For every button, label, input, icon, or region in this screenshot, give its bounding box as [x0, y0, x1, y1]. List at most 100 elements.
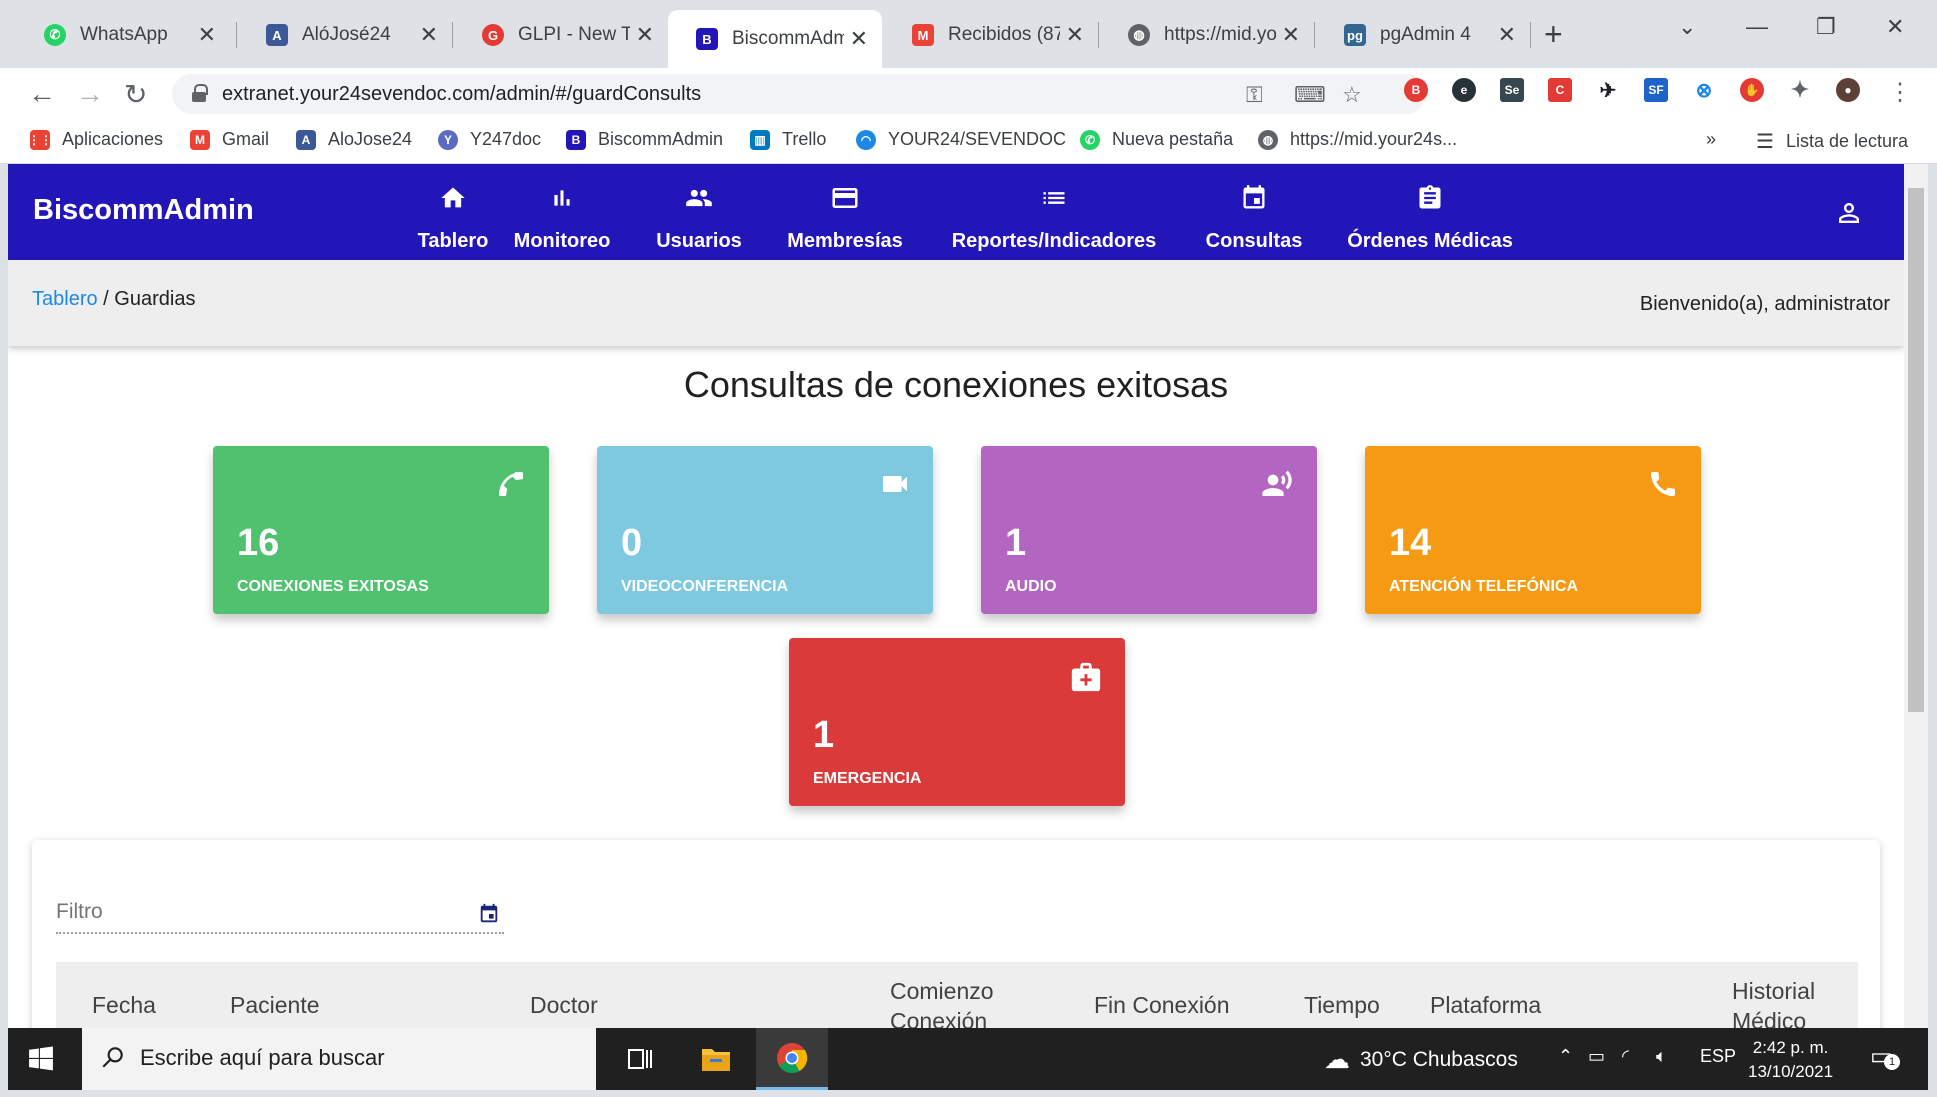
battery-icon[interactable]: ▭	[1588, 1046, 1605, 1067]
bookmark-mid-your24s[interactable]: ◍ https://mid.your24s...	[1258, 129, 1457, 150]
bookmark-nueva-pestana[interactable]: ✆ Nueva pestaña	[1080, 129, 1233, 150]
page-scrollbar[interactable]	[1904, 164, 1928, 1028]
nav-tablero[interactable]: Tablero	[408, 168, 498, 253]
url-text[interactable]: extranet.your24sevendoc.com/admin/#/guar…	[222, 83, 701, 106]
stat-card-emergencia[interactable]: 1 EMERGENCIA	[789, 638, 1125, 806]
scrollbar-thumb[interactable]	[1908, 188, 1924, 712]
tab-pgadmin[interactable]: pg pgAdmin 4 ✕	[1316, 12, 1530, 58]
stat-card-atencion-telefonica[interactable]: 14 ATENCIÓN TELEFÓNICA	[1365, 446, 1701, 614]
extension-icon[interactable]: C	[1548, 78, 1572, 102]
video-camera-icon	[879, 468, 911, 505]
extension-icon[interactable]: ⊗	[1692, 78, 1716, 102]
stat-label: EMERGENCIA	[813, 770, 922, 787]
language-indicator[interactable]: ESP	[1700, 1046, 1736, 1067]
bookmark-your24sevendoc[interactable]: ◠ YOUR24/SEVENDOC	[856, 129, 1066, 150]
reading-list-button[interactable]: ☰ Lista de lectura	[1756, 129, 1908, 154]
minimize-button[interactable]: —	[1746, 14, 1768, 40]
calendar-icon[interactable]	[478, 902, 500, 931]
reload-button[interactable]: ↻	[124, 78, 147, 111]
bookmark-gmail[interactable]: M Gmail	[190, 129, 269, 150]
stat-card-conexiones-exitosas[interactable]: 16 CONEXIONES EXITOSAS	[213, 446, 549, 614]
more-bookmarks-button[interactable]: »	[1706, 129, 1716, 150]
column-header-doctor[interactable]: Doctor	[530, 990, 598, 1020]
tab-biscommadmin[interactable]: B BiscommAdmin ✕	[668, 10, 882, 68]
search-placeholder: Escribe aquí para buscar	[140, 1045, 385, 1070]
close-tab-icon[interactable]: ✕	[1498, 22, 1516, 48]
stat-card-audio[interactable]: 1 AUDIO	[981, 446, 1317, 614]
task-view-icon[interactable]	[604, 1028, 676, 1090]
extensions-puzzle-icon[interactable]: ✦	[1788, 77, 1812, 102]
nav-ordenes-medicas[interactable]: Órdenes Médicas	[1342, 168, 1518, 253]
restore-button[interactable]: ❐	[1816, 14, 1836, 40]
tab-alojose24[interactable]: A AlóJosé24 ✕	[238, 12, 452, 58]
forward-button[interactable]: →	[76, 78, 104, 110]
bookmark-alojose24[interactable]: A AloJose24	[296, 129, 412, 150]
tab-whatsapp[interactable]: ✆ WhatsApp ✕	[16, 12, 230, 58]
tab-search-icon[interactable]: ⌄	[1678, 14, 1696, 40]
close-tab-icon[interactable]: ✕	[1282, 22, 1300, 48]
nav-usuarios[interactable]: Usuarios	[644, 168, 754, 253]
filter-input[interactable]: Filtro	[56, 900, 103, 924]
column-header-tiempo[interactable]: Tiempo	[1304, 990, 1380, 1020]
translate-icon[interactable]: ⌨	[1294, 82, 1326, 108]
close-tab-icon[interactable]: ✕	[420, 22, 438, 48]
nav-consultas[interactable]: Consultas	[1194, 168, 1314, 253]
key-icon[interactable]: ⚿	[1246, 82, 1263, 108]
bookmark-star-icon[interactable]: ☆	[1342, 82, 1362, 108]
close-window-button[interactable]: ✕	[1886, 14, 1904, 40]
file-explorer-icon[interactable]	[680, 1028, 752, 1090]
close-tab-icon[interactable]: ✕	[636, 22, 654, 48]
windows-start-icon[interactable]	[28, 1046, 54, 1077]
bookmark-aplicaciones[interactable]: ⋮⋮ Aplicaciones	[28, 129, 163, 150]
windows-taskbar: Escribe aquí para buscar ☁ 30°C Chubasco…	[8, 1028, 1928, 1090]
new-tab-button[interactable]: +	[1544, 16, 1563, 53]
extension-icon[interactable]: B	[1404, 78, 1428, 102]
weather-widget[interactable]: ☁ 30°C Chubascos	[1324, 1044, 1518, 1075]
taskbar-search-box[interactable]: Escribe aquí para buscar	[82, 1028, 596, 1090]
stat-card-videoconferencia[interactable]: 0 VIDEOCONFERENCIA	[597, 446, 933, 614]
nav-membresias[interactable]: Membresías	[780, 168, 910, 253]
user-account-icon[interactable]	[1834, 198, 1864, 233]
column-header-fecha[interactable]: Fecha	[92, 990, 156, 1020]
alojose-icon: A	[266, 24, 288, 46]
biscomm-icon: B	[696, 28, 718, 50]
breadcrumb-link-tablero[interactable]: Tablero	[32, 288, 98, 310]
extension-icon[interactable]: ✈	[1596, 78, 1620, 102]
close-tab-icon[interactable]: ✕	[850, 26, 868, 52]
adblock-icon[interactable]: ✋	[1740, 78, 1764, 102]
close-tab-icon[interactable]: ✕	[198, 22, 216, 48]
medical-kit-icon	[1069, 660, 1103, 699]
back-button[interactable]: ←	[28, 78, 56, 110]
notifications-button[interactable]: ▭ 1	[1870, 1042, 1900, 1072]
column-header-comienzo-conexion[interactable]: Comienzo Conexión	[890, 976, 1020, 1028]
chrome-icon[interactable]	[756, 1028, 828, 1090]
extension-icon[interactable]: SF	[1644, 78, 1668, 102]
volume-icon[interactable]: 🔈︎	[1656, 1046, 1667, 1067]
browser-menu-icon[interactable]: ⋮	[1888, 78, 1912, 107]
tab-mid-your24s[interactable]: ◍ https://mid.your24s ✕	[1100, 12, 1314, 58]
column-header-paciente[interactable]: Paciente	[230, 990, 320, 1020]
profile-avatar[interactable]: ●	[1836, 78, 1860, 102]
wifi-icon[interactable]: ◜	[1622, 1046, 1629, 1067]
app-navbar: BiscommAdmin Tablero Monitoreo Usuarios	[8, 164, 1904, 260]
lock-icon[interactable]	[192, 84, 208, 102]
bookmark-trello[interactable]: ▥ Trello	[750, 129, 826, 150]
extension-icon[interactable]: e	[1452, 78, 1476, 102]
selenium-ide-icon[interactable]: Se	[1500, 78, 1524, 102]
tab-recibidos[interactable]: M Recibidos (875) ✕	[884, 12, 1098, 58]
taskbar-clock[interactable]: 2:42 p. m. 13/10/2021	[1748, 1036, 1833, 1084]
column-header-fin-conexion[interactable]: Fin Conexión	[1094, 990, 1230, 1020]
bookmark-y247doc[interactable]: Y Y247doc	[438, 129, 541, 150]
close-tab-icon[interactable]: ✕	[1066, 22, 1084, 48]
nav-monitoreo[interactable]: Monitoreo	[502, 168, 622, 253]
column-header-historial-medico[interactable]: Historial Médico	[1732, 976, 1842, 1028]
column-header-plataforma[interactable]: Plataforma	[1430, 990, 1541, 1020]
bookmark-biscommadmin[interactable]: B BiscommAdmin	[566, 129, 723, 150]
tab-glpi[interactable]: G GLPI - New Ticket ✕	[454, 12, 668, 58]
nav-reportes-indicadores[interactable]: Reportes/Indicadores	[944, 168, 1164, 253]
tab-strip: ✆ WhatsApp ✕ A AlóJosé24 ✕ G GLPI - New …	[0, 0, 1937, 68]
chevron-up-icon[interactable]: ⌃	[1558, 1046, 1573, 1067]
app-brand[interactable]: BiscommAdmin	[33, 194, 254, 227]
address-bar[interactable]: extranet.your24sevendoc.com/admin/#/guar…	[172, 74, 1426, 114]
stat-label: ATENCIÓN TELEFÓNICA	[1389, 578, 1579, 595]
